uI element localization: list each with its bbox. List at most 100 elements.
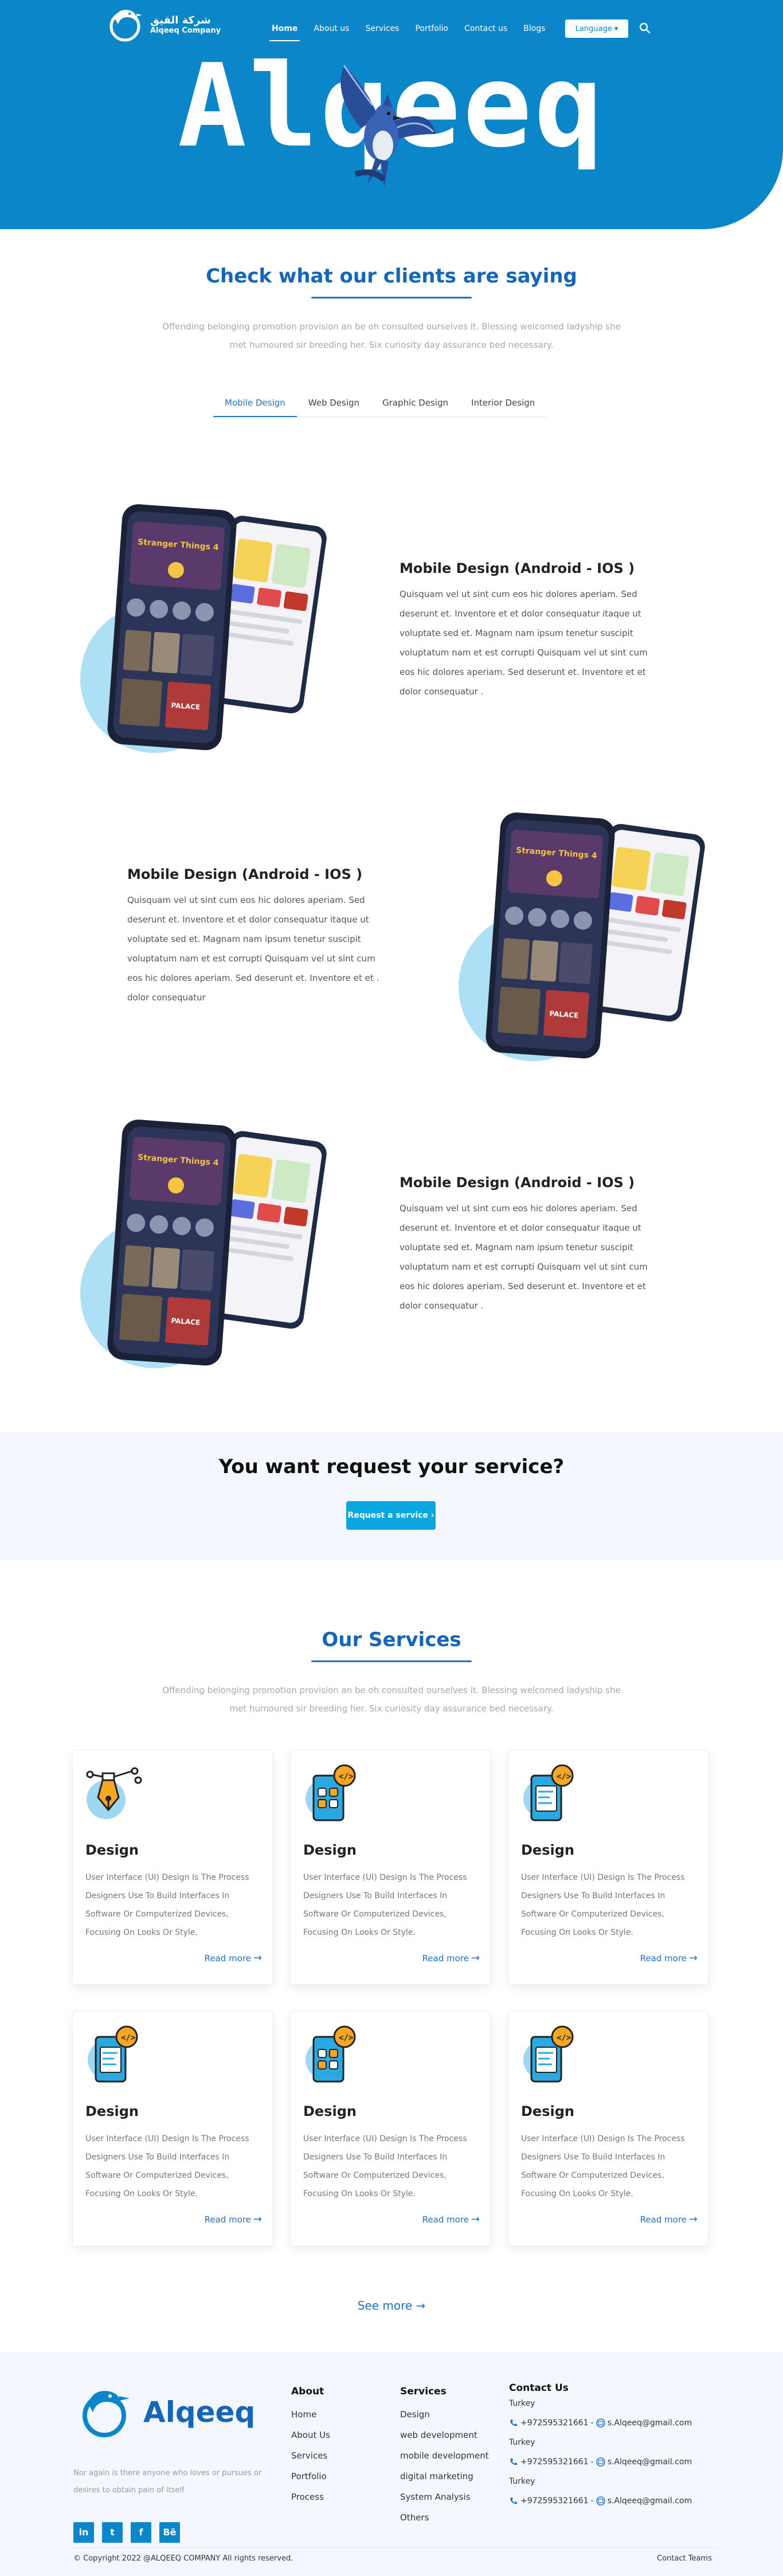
bird-logo-icon	[109, 10, 142, 42]
service-card-title: Design	[521, 2103, 574, 2119]
service-card-description: User Interface (UI) Design Is The Proces…	[303, 1873, 467, 1937]
search-icon[interactable]	[637, 21, 652, 36]
see-more-link[interactable]: See more →	[0, 2299, 783, 2312]
nav-services[interactable]: Services	[357, 23, 407, 41]
service-card-description: User Interface (UI) Design Is The Proces…	[85, 1873, 249, 1937]
mobile-code-icon: </>	[521, 1763, 581, 1823]
social-links: in t f Bē	[73, 2522, 180, 2543]
contact-email[interactable]: s.Alqeeq@gmail.com	[608, 2413, 692, 2433]
footer-link-others[interactable]: Others	[400, 2507, 489, 2528]
tab-web-design[interactable]: Web Design	[296, 394, 371, 417]
footer-link-home[interactable]: Home	[291, 2404, 330, 2425]
contact-country: Turkey	[509, 2438, 535, 2447]
footer-link-design[interactable]: Design	[400, 2404, 489, 2425]
main-nav: Home About us Services Portfolio Contact…	[264, 23, 553, 41]
footer-link-mobile-development[interactable]: mobile development	[400, 2445, 489, 2466]
service-card[interactable]: </> Design User Interface (UI) Design Is T…	[508, 1750, 708, 1985]
project-title: Mobile Design (Android - IOS )	[127, 866, 363, 882]
footer-link-about-us[interactable]: About Us	[291, 2425, 330, 2445]
nav-home[interactable]: Home	[264, 23, 306, 41]
email-icon	[596, 2496, 605, 2506]
read-more-label: Read more	[640, 2214, 687, 2225]
bird-logo-icon	[83, 2390, 130, 2437]
phone-icon	[510, 2498, 517, 2504]
phones-mockup-image: Stranger Things 4 PALACE	[80, 504, 327, 753]
footer-link-process[interactable]: Process	[291, 2487, 330, 2507]
service-card[interactable]: </> Design User Interface (UI) Design Is T…	[290, 2011, 491, 2246]
project-description: Mobile Design (Android - IOS ) Quisquam …	[400, 1175, 652, 1316]
tab-graphic-design[interactable]: Graphic Design	[371, 394, 460, 417]
services-section-subtitle: Offending belonging promotion provision …	[162, 1685, 621, 1714]
caret-down-icon: ▾	[614, 24, 618, 33]
tab-interior-design[interactable]: Interior Design	[460, 394, 547, 417]
nav-contact-us[interactable]: Contact us	[456, 23, 515, 41]
contact-email[interactable]: s.Alqeeq@gmail.com	[608, 2491, 692, 2511]
contact-phone[interactable]: +972595321661	[520, 2413, 589, 2433]
svg-text:</>: </>	[339, 2033, 353, 2043]
tab-mobile-design[interactable]: Mobile Design	[213, 394, 297, 417]
linkedin-icon[interactable]: in	[73, 2522, 94, 2543]
read-more-label: Read more	[204, 2214, 251, 2225]
nav-about-us[interactable]: About us	[306, 23, 357, 41]
twitter-icon[interactable]: t	[102, 2522, 123, 2543]
footer-contact-column: Contact Us Turkey +972595321661- s.Alqeeq@…	[509, 2382, 692, 2511]
chevron-right-icon: ›	[430, 1511, 434, 1520]
read-more-link[interactable]: Read more →	[640, 2213, 698, 2225]
contact-teams-link[interactable]: Contact Teams	[657, 2554, 712, 2563]
contact-phone[interactable]: +972595321661	[520, 2491, 589, 2511]
email-icon	[596, 2418, 605, 2428]
service-card-description: User Interface (UI) Design Is The Proces…	[521, 2134, 685, 2198]
contact-country: Turkey	[509, 2477, 535, 2486]
phones-mockup-image: Stranger Things 4 PALACE	[459, 812, 705, 1061]
footer-tagline: Nor again is there anyone who loves or p…	[73, 2469, 262, 2495]
footer-logo[interactable]: Alqeeq	[76, 2383, 255, 2441]
footer-link-digital-marketing[interactable]: digital marketing	[400, 2466, 489, 2487]
request-service-button[interactable]: Request a service ›	[346, 1501, 436, 1530]
arrow-right-icon: →	[471, 2213, 480, 2225]
language-label: Language	[575, 24, 612, 33]
nav-portfolio[interactable]: Portfolio	[407, 23, 456, 41]
service-card-title: Design	[85, 2103, 139, 2119]
footer-link-system-analysis[interactable]: System Analysis	[400, 2487, 489, 2507]
read-more-link[interactable]: Read more →	[422, 2213, 480, 2225]
read-more-link[interactable]: Read more →	[422, 1952, 480, 1964]
service-card[interactable]: Design User Interface (UI) Design Is The …	[72, 1750, 273, 1985]
nav-blogs[interactable]: Blogs	[515, 23, 553, 41]
service-card[interactable]: </> Design User Interface (UI) Design Is T…	[72, 2011, 273, 2246]
service-card-title: Design	[303, 2103, 357, 2119]
contact-email[interactable]: s.Alqeeq@gmail.com	[608, 2452, 692, 2472]
footer-link-web-development[interactable]: web development	[400, 2425, 489, 2445]
read-more-label: Read more	[640, 1953, 687, 1964]
facebook-icon[interactable]: f	[131, 2522, 151, 2543]
language-dropdown[interactable]: Language ▾	[565, 19, 628, 38]
footer-link-portfolio[interactable]: Portfolio	[291, 2466, 330, 2487]
mobile-code-icon: </>	[85, 2024, 145, 2084]
footer-link-services[interactable]: Services	[291, 2445, 330, 2466]
arrow-right-icon: →	[416, 2299, 426, 2312]
project-body: Quisquam vel ut sint cum eos hic dolores…	[127, 895, 379, 1003]
see-more-label: See more	[357, 2299, 413, 2312]
contact-phone[interactable]: +972595321661	[520, 2452, 589, 2472]
arrow-right-icon: →	[471, 1952, 480, 1964]
phone-icon	[510, 2459, 517, 2465]
service-card-title: Design	[521, 1842, 574, 1858]
company-logo[interactable]: شركة القيق Alqeeq Company	[107, 5, 221, 45]
read-more-link[interactable]: Read more →	[205, 1952, 262, 1964]
blue-jay-bird-image	[340, 65, 436, 188]
footer-services-column: Services Design web development mobile d…	[400, 2386, 489, 2528]
service-card[interactable]: </> Design User Interface (UI) Design Is T…	[290, 1750, 491, 1985]
site-footer: Alqeeq Nor again is there anyone who lov…	[0, 2353, 783, 2576]
project-description: Mobile Design (Android - IOS ) Quisquam …	[400, 560, 652, 701]
service-card-title: Design	[303, 1842, 357, 1858]
footer-about-column: About Home About Us Services Portfolio P…	[291, 2386, 330, 2507]
read-more-link[interactable]: Read more →	[205, 2213, 262, 2225]
request-title: You want request your service?	[218, 1455, 565, 1478]
clients-section-subtitle: Offending belonging promotion provision …	[162, 321, 621, 350]
logo-english-text: Alqeeq Company	[150, 26, 221, 35]
svg-text:</>: </>	[339, 1772, 353, 1781]
read-more-link[interactable]: Read more →	[640, 1952, 698, 1964]
request-service-banner: You want request your service? Request a…	[0, 1432, 783, 1560]
contact-entry: Turkey +972595321661- s.Alqeeq@gmail.com	[509, 2394, 692, 2433]
service-card[interactable]: </> Design User Interface (UI) Design Is T…	[508, 2011, 708, 2246]
behance-icon[interactable]: Bē	[159, 2522, 180, 2543]
